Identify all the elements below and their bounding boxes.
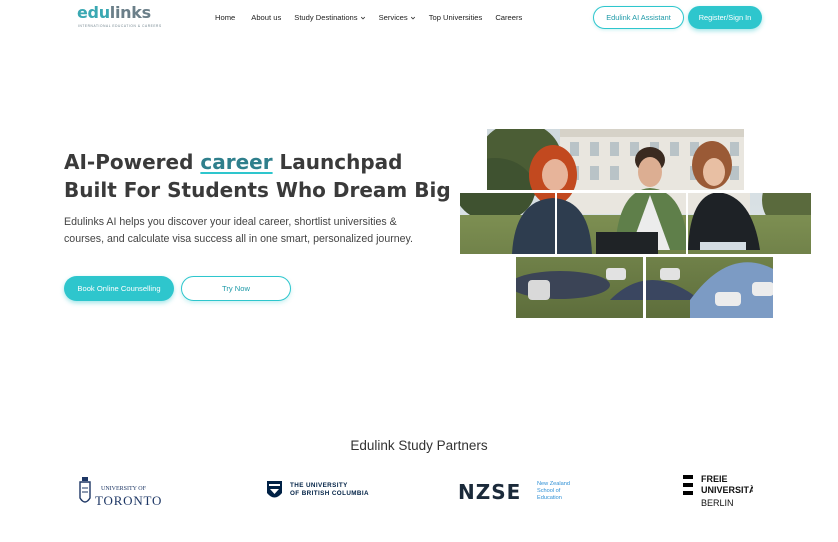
edulinks-logo[interactable]: edulinks INTERNATIONAL EDUCATION & CAREE…: [77, 3, 167, 31]
partners-heading: Edulink Study Partners: [350, 438, 488, 453]
register-signin-button[interactable]: Register/Sign In: [688, 6, 762, 29]
nzse-wordmark: NZSE: [458, 480, 522, 504]
nzse-line3: Education: [537, 495, 562, 501]
ai-assistant-button[interactable]: Edulink AI Assistant: [593, 6, 684, 29]
chevron-down-icon: [360, 16, 365, 19]
partner-logo-nzse[interactable]: NZSE New Zealand School of Education: [458, 480, 583, 504]
toronto-crest-icon: [79, 477, 91, 503]
menu-item-careers[interactable]: Careers: [495, 13, 522, 22]
logo-wordmark: edulinks: [77, 3, 151, 22]
hero-heading: AI-Powered career Launchpad Built For St…: [64, 150, 451, 202]
fu-line1: FREIE: [701, 474, 728, 484]
top-navigation: edulinks INTERNATIONAL EDUCATION & CAREE…: [0, 0, 838, 36]
partner-logo-toronto[interactable]: UNIVERSITY OF TORONTO: [78, 476, 168, 510]
menu-item-study-destinations[interactable]: Study Destinations: [294, 13, 365, 22]
menu-item-services[interactable]: Services: [379, 13, 416, 22]
ubc-line1: THE UNIVERSITY: [290, 482, 348, 489]
hero-heading-highlight: career: [200, 150, 273, 174]
menu-item-about-us[interactable]: About us: [251, 13, 281, 22]
try-now-button[interactable]: Try Now: [181, 276, 291, 301]
book-counselling-button[interactable]: Book Online Counselling: [64, 276, 174, 301]
hero-description: Edulinks AI helps you discover your idea…: [64, 216, 413, 245]
toronto-line1: UNIVERSITY OF: [101, 486, 146, 492]
partner-logo-ubc[interactable]: THE UNIVERSITY OF BRITISH COLUMBIA: [266, 480, 386, 504]
nzse-line1: New Zealand: [537, 481, 570, 487]
fu-berlin-mark-icon: [683, 475, 693, 495]
ubc-shield-icon: [267, 481, 282, 498]
fu-line3: BERLIN: [701, 498, 734, 508]
chevron-down-icon: [410, 16, 415, 19]
ubc-line2: OF BRITISH COLUMBIA: [290, 490, 369, 497]
menu-item-top-universities[interactable]: Top Universities: [429, 13, 483, 22]
menu-item-home[interactable]: Home: [215, 13, 235, 22]
main-menu: Home About us Study Destinations Service…: [215, 13, 522, 22]
partner-logo-fu-berlin[interactable]: FREIE UNIVERSITÄT BERLIN: [683, 474, 753, 510]
hero-photo-mosaic: [460, 129, 811, 318]
logo-tagline: INTERNATIONAL EDUCATION & CAREERS: [78, 24, 162, 28]
toronto-line2: TORONTO: [95, 493, 163, 508]
nzse-line2: School of: [537, 488, 561, 494]
students-photo: [460, 129, 811, 318]
fu-line2: UNIVERSITÄT: [701, 485, 753, 495]
